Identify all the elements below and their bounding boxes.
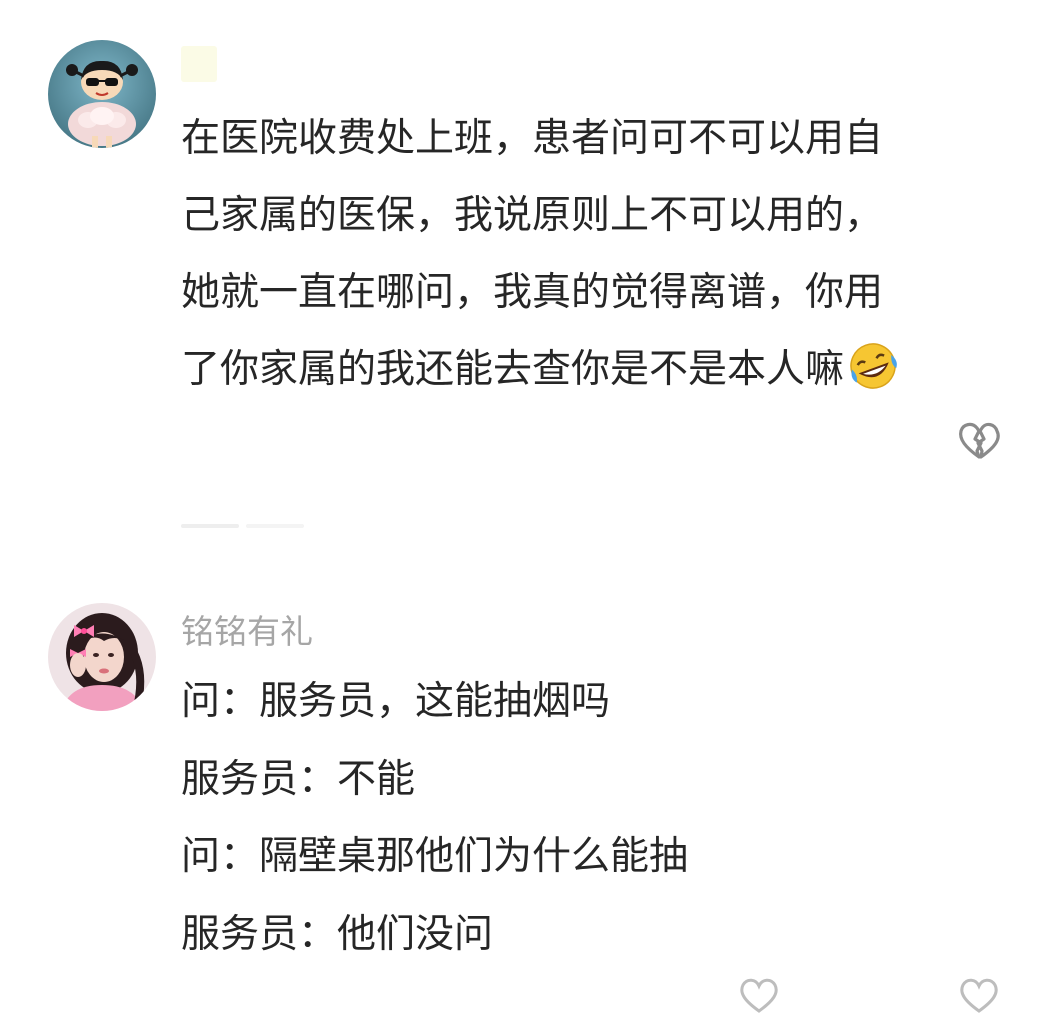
broken-heart-icon[interactable] — [955, 975, 1003, 1015]
comment-2: 铭铭有礼 问：服务员，这能抽烟吗 服务员：不能 问：隔壁桌那他们为什么能抽 服务… — [0, 0, 1059, 1013]
girl-avatar-image — [48, 603, 156, 711]
username[interactable]: 铭铭有礼 — [181, 612, 313, 652]
comment-line: 服务员：他们没问 — [181, 911, 494, 957]
like-heart-icon[interactable] — [735, 975, 783, 1015]
comment-line: 问：隔壁桌那他们为什么能抽 — [181, 834, 689, 879]
comment-line: 问：服务员，这能抽烟吗 — [181, 679, 611, 724]
comment-text: 问：服务员，这能抽烟吗 服务员：不能 问：隔壁桌那他们为什么能抽 服务员：他们没… — [181, 663, 1011, 973]
comment-line: 服务员：不能 — [181, 756, 416, 802]
avatar[interactable] — [48, 603, 156, 711]
